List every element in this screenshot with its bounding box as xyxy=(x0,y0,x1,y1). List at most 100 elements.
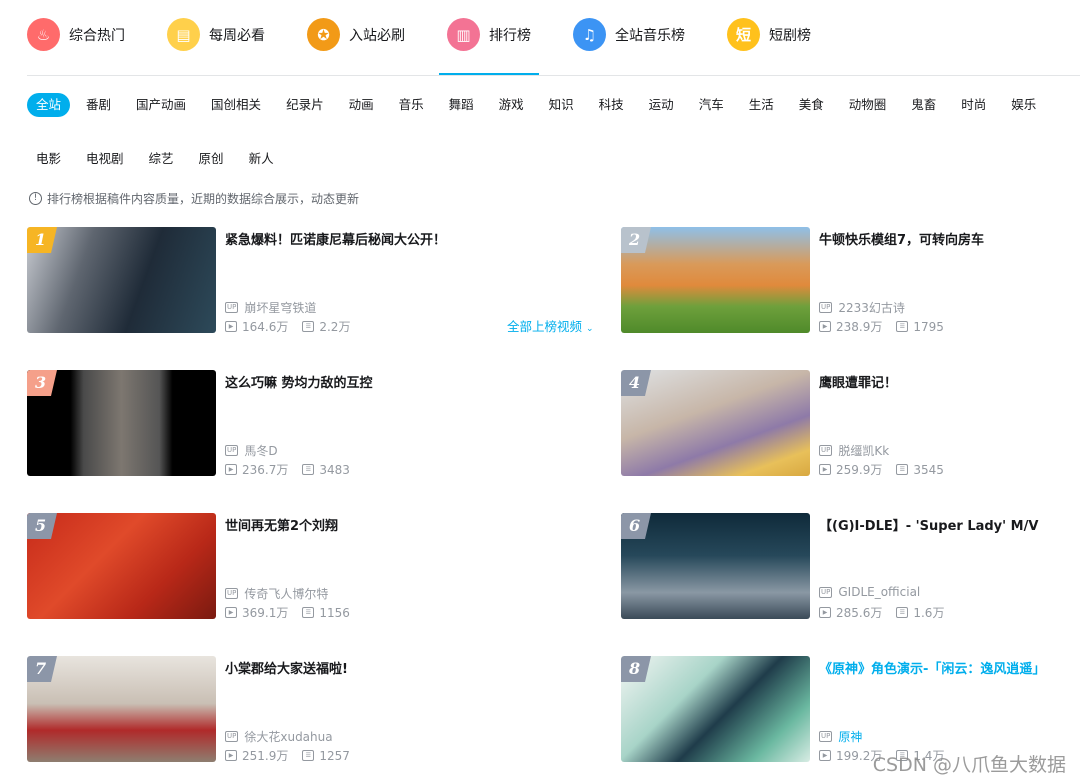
top-nav: ♨ 综合热门 ▤ 每周必看 ✪ 入站必刷 ▥ 排行榜 ♫ 全站音乐榜 短短剧榜 xyxy=(27,18,853,75)
video-card[interactable]: 8 《原神》角色演示-「闲云：逸风逍遥」 UP 原神 ▶ 199.2万 ☰ 1.4万 xyxy=(621,656,1080,763)
video-thumbnail[interactable]: 7 xyxy=(27,656,216,762)
nav-item-2[interactable]: ✪ 入站必刷 xyxy=(307,18,405,75)
category-tab[interactable]: 电视剧 xyxy=(77,147,133,171)
video-title[interactable]: 《原神》角色演示-「闲云：逸风逍遥」 xyxy=(819,658,1045,677)
uploader[interactable]: UP 馬冬D xyxy=(225,442,278,459)
uploader-name: 崩坏星穹铁道 xyxy=(244,301,317,315)
video-thumbnail[interactable]: 2 xyxy=(621,227,810,333)
video-title[interactable]: 【(G)I-DLE】- 'Super Lady' M/V xyxy=(819,515,1038,534)
view-count: 285.6万 xyxy=(836,606,883,620)
video-thumbnail[interactable]: 6 xyxy=(621,513,810,619)
category-tab[interactable]: 美食 xyxy=(790,93,833,117)
category-tab[interactable]: 鬼畜 xyxy=(902,93,945,117)
video-card[interactable]: 2 牛顿快乐模组7，可转向房车 UP 2233幻古诗 ▶ 238.9万 ☰ 1795 xyxy=(621,227,1080,334)
category-tab[interactable]: 时尚 xyxy=(952,93,995,117)
category-tab[interactable]: 娱乐 xyxy=(1002,93,1045,117)
up-icon: UP xyxy=(819,445,833,456)
category-tab[interactable]: 动物圈 xyxy=(840,93,896,117)
uploader[interactable]: UP 徐大花xudahua xyxy=(225,728,333,745)
nav-item-5[interactable]: 短短剧榜 xyxy=(727,18,811,75)
category-tab[interactable]: 动画 xyxy=(340,93,383,117)
uploader[interactable]: UP 传奇飞人博尔特 xyxy=(225,585,328,602)
video-card[interactable]: 3 这么巧嘛 势均力敌的互控 UP 馬冬D ▶ 236.7万 ☰ 3483 xyxy=(27,370,507,477)
video-title[interactable]: 鹰眼遭罪记！ xyxy=(819,372,897,391)
danmaku-icon: ☰ xyxy=(896,607,909,618)
chevron-down-icon: ⌄ xyxy=(586,324,594,334)
category-tab[interactable]: 综艺 xyxy=(140,147,183,171)
video-card[interactable]: 5 世间再无第2个刘翔 UP 传奇飞人博尔特 ▶ 369.1万 ☰ 1156 xyxy=(27,513,507,621)
danmaku-count: 1257 xyxy=(319,748,350,763)
category-tab[interactable]: 运动 xyxy=(640,93,683,117)
up-icon: UP xyxy=(225,445,239,456)
uploader[interactable]: UP 脱缰凯Kk xyxy=(819,442,889,459)
nav-item-1[interactable]: ▤ 每周必看 xyxy=(167,18,265,75)
video-thumbnail[interactable]: 8 xyxy=(621,656,810,762)
nav-item-0[interactable]: ♨ 综合热门 xyxy=(27,18,125,75)
category-tab[interactable]: 科技 xyxy=(590,93,633,117)
play-icon: ▶ xyxy=(819,607,831,618)
fire-icon: ♨ xyxy=(27,18,60,51)
video-stats: ▶ 369.1万 ☰ 1156 xyxy=(225,604,364,621)
info-icon: ! xyxy=(29,192,42,205)
category-tab[interactable]: 新人 xyxy=(240,147,283,171)
video-title[interactable]: 这么巧嘛 势均力敌的互控 xyxy=(225,372,373,391)
category-tab[interactable]: 电影 xyxy=(27,147,70,171)
danmaku-icon: ☰ xyxy=(896,464,909,475)
uploader-name: 传奇飞人博尔特 xyxy=(244,587,329,601)
category-tabs: 全站 番剧 国产动画 国创相关 纪录片 动画 音乐 舞蹈 游戏 知识 科技 运动 汽车 生活 美食 动物圈 鬼畜… xyxy=(27,93,1080,171)
calendar-icon: ▤ xyxy=(167,18,200,51)
category-tab[interactable]: 知识 xyxy=(540,93,583,117)
category-tab[interactable]: 全站 xyxy=(27,93,71,117)
video-card[interactable]: 7 小棠郡给大家送福啦! UP 徐大花xudahua ▶ 251.9万 ☰ 1257 xyxy=(27,656,507,763)
video-title[interactable]: 牛顿快乐模组7，可转向房车 xyxy=(819,229,984,248)
play-icon: ▶ xyxy=(225,464,237,475)
video-thumbnail[interactable]: 4 xyxy=(621,370,810,476)
up-icon: UP xyxy=(225,731,239,742)
category-tab[interactable]: 纪录片 xyxy=(277,93,333,117)
video-thumbnail[interactable]: 5 xyxy=(27,513,216,619)
category-tab[interactable]: 音乐 xyxy=(390,93,433,117)
uploader[interactable]: UP 2233幻古诗 xyxy=(819,299,905,316)
nav-item-3[interactable]: ▥ 排行榜 xyxy=(439,18,539,75)
video-title[interactable]: 世间再无第2个刘翔 xyxy=(225,515,338,534)
danmaku-icon: ☰ xyxy=(302,750,315,761)
category-tab[interactable]: 番剧 xyxy=(77,93,120,117)
uploader[interactable]: UP 崩坏星穹铁道 xyxy=(225,299,316,316)
watermark: CSDN @八爪鱼大数据 xyxy=(872,754,1066,776)
all-ranked-videos-link[interactable]: 全部上榜视频 ⌄ xyxy=(507,316,594,335)
rank-badge: 8 xyxy=(621,656,651,682)
headphones-icon: ♫ xyxy=(573,18,606,51)
uploader[interactable]: UP 原神 xyxy=(819,728,862,745)
up-icon: UP xyxy=(225,302,239,313)
danmaku-count: 1156 xyxy=(319,605,350,620)
category-tab[interactable]: 国创相关 xyxy=(202,93,270,117)
video-thumbnail[interactable]: 1 xyxy=(27,227,216,333)
category-tab[interactable]: 游戏 xyxy=(490,93,533,117)
play-icon: ▶ xyxy=(225,321,237,332)
rank-badge: 1 xyxy=(27,227,57,253)
video-title[interactable]: 紧急爆料！匹诺康尼幕后秘闻大公开！ xyxy=(225,229,446,248)
danmaku-count: 3483 xyxy=(319,462,350,477)
category-tab[interactable]: 汽车 xyxy=(690,93,733,117)
video-thumbnail[interactable]: 3 xyxy=(27,370,216,476)
nav-label: 入站必刷 xyxy=(349,28,405,44)
category-tab[interactable]: 生活 xyxy=(740,93,783,117)
nav-item-4[interactable]: ♫ 全站音乐榜 xyxy=(573,18,685,75)
uploader-name: 原神 xyxy=(838,730,863,744)
category-tab[interactable]: 舞蹈 xyxy=(440,93,483,117)
rank-badge: 5 xyxy=(27,513,57,539)
play-icon: ▶ xyxy=(225,750,237,761)
category-tab[interactable]: 国产动画 xyxy=(127,93,195,117)
nav-label: 短剧榜 xyxy=(769,28,811,44)
uploader-name: GIDLE_official xyxy=(838,585,921,599)
video-card[interactable]: 4 鹰眼遭罪记！ UP 脱缰凯Kk ▶ 259.9万 ☰ 3545 xyxy=(621,370,1080,477)
uploader[interactable]: UP GIDLE_official xyxy=(819,585,920,599)
uploader-name: 脱缰凯Kk xyxy=(838,444,890,458)
category-tab[interactable]: 原创 xyxy=(190,147,233,171)
divider xyxy=(27,75,1080,76)
play-icon: ▶ xyxy=(819,321,831,332)
view-count: 238.9万 xyxy=(836,320,883,334)
video-title[interactable]: 小棠郡给大家送福啦! xyxy=(225,658,348,677)
video-card[interactable]: 6 【(G)I-DLE】- 'Super Lady' M/V UP GIDLE_o… xyxy=(621,513,1080,620)
video-card[interactable]: 1 紧急爆料！匹诺康尼幕后秘闻大公开！ UP 崩坏星穹铁道 ▶ 164.6万 ☰ 2.… xyxy=(27,227,594,334)
